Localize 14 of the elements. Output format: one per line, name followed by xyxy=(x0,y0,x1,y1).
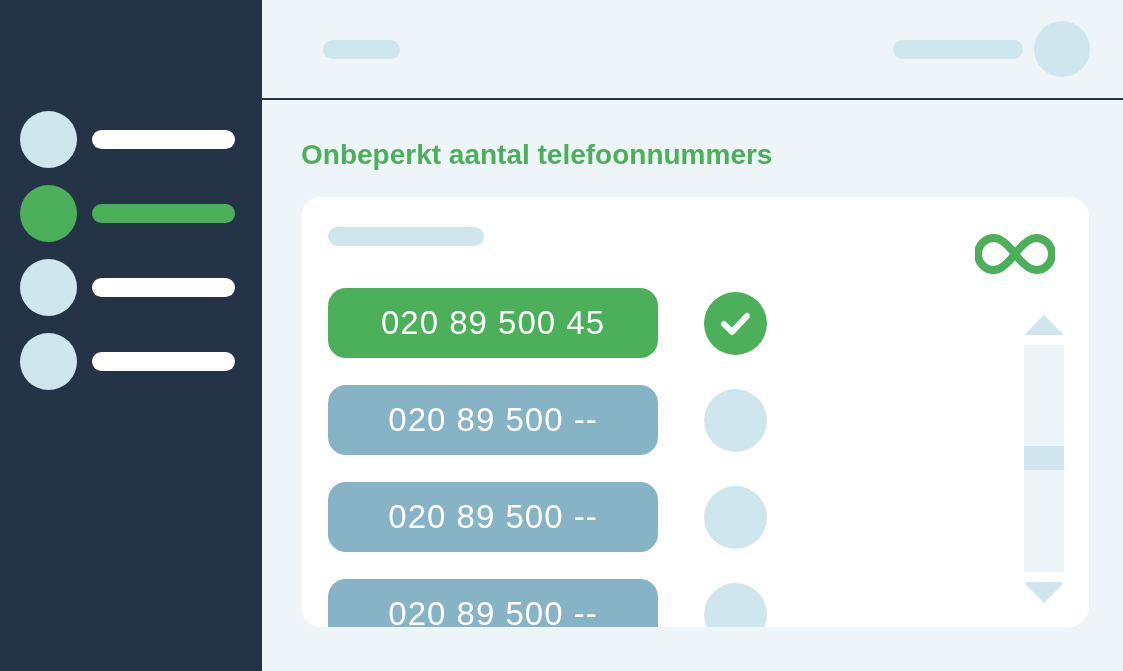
scrollbar-track[interactable] xyxy=(1024,345,1064,572)
sidebar-item-bar[interactable] xyxy=(92,278,235,297)
radio-circle[interactable] xyxy=(704,388,767,452)
phone-number-button[interactable]: 020 89 500 -- xyxy=(328,482,658,552)
scrollbar-thumb[interactable] xyxy=(1024,446,1064,470)
phone-number-button[interactable]: 020 89 500 -- xyxy=(328,385,658,455)
infinity-icon xyxy=(975,233,1055,275)
sidebar-item-bar[interactable] xyxy=(92,130,235,149)
phone-number-button[interactable]: 020 89 500 45 xyxy=(328,288,658,358)
checkmark-icon[interactable] xyxy=(704,291,767,355)
sidebar-item-bar[interactable] xyxy=(92,352,235,371)
phone-number-button[interactable]: 020 89 500 -- xyxy=(328,579,658,627)
radio-circle[interactable] xyxy=(704,485,767,549)
page-title: Onbeperkt aantal telefoonnummers xyxy=(301,138,774,172)
